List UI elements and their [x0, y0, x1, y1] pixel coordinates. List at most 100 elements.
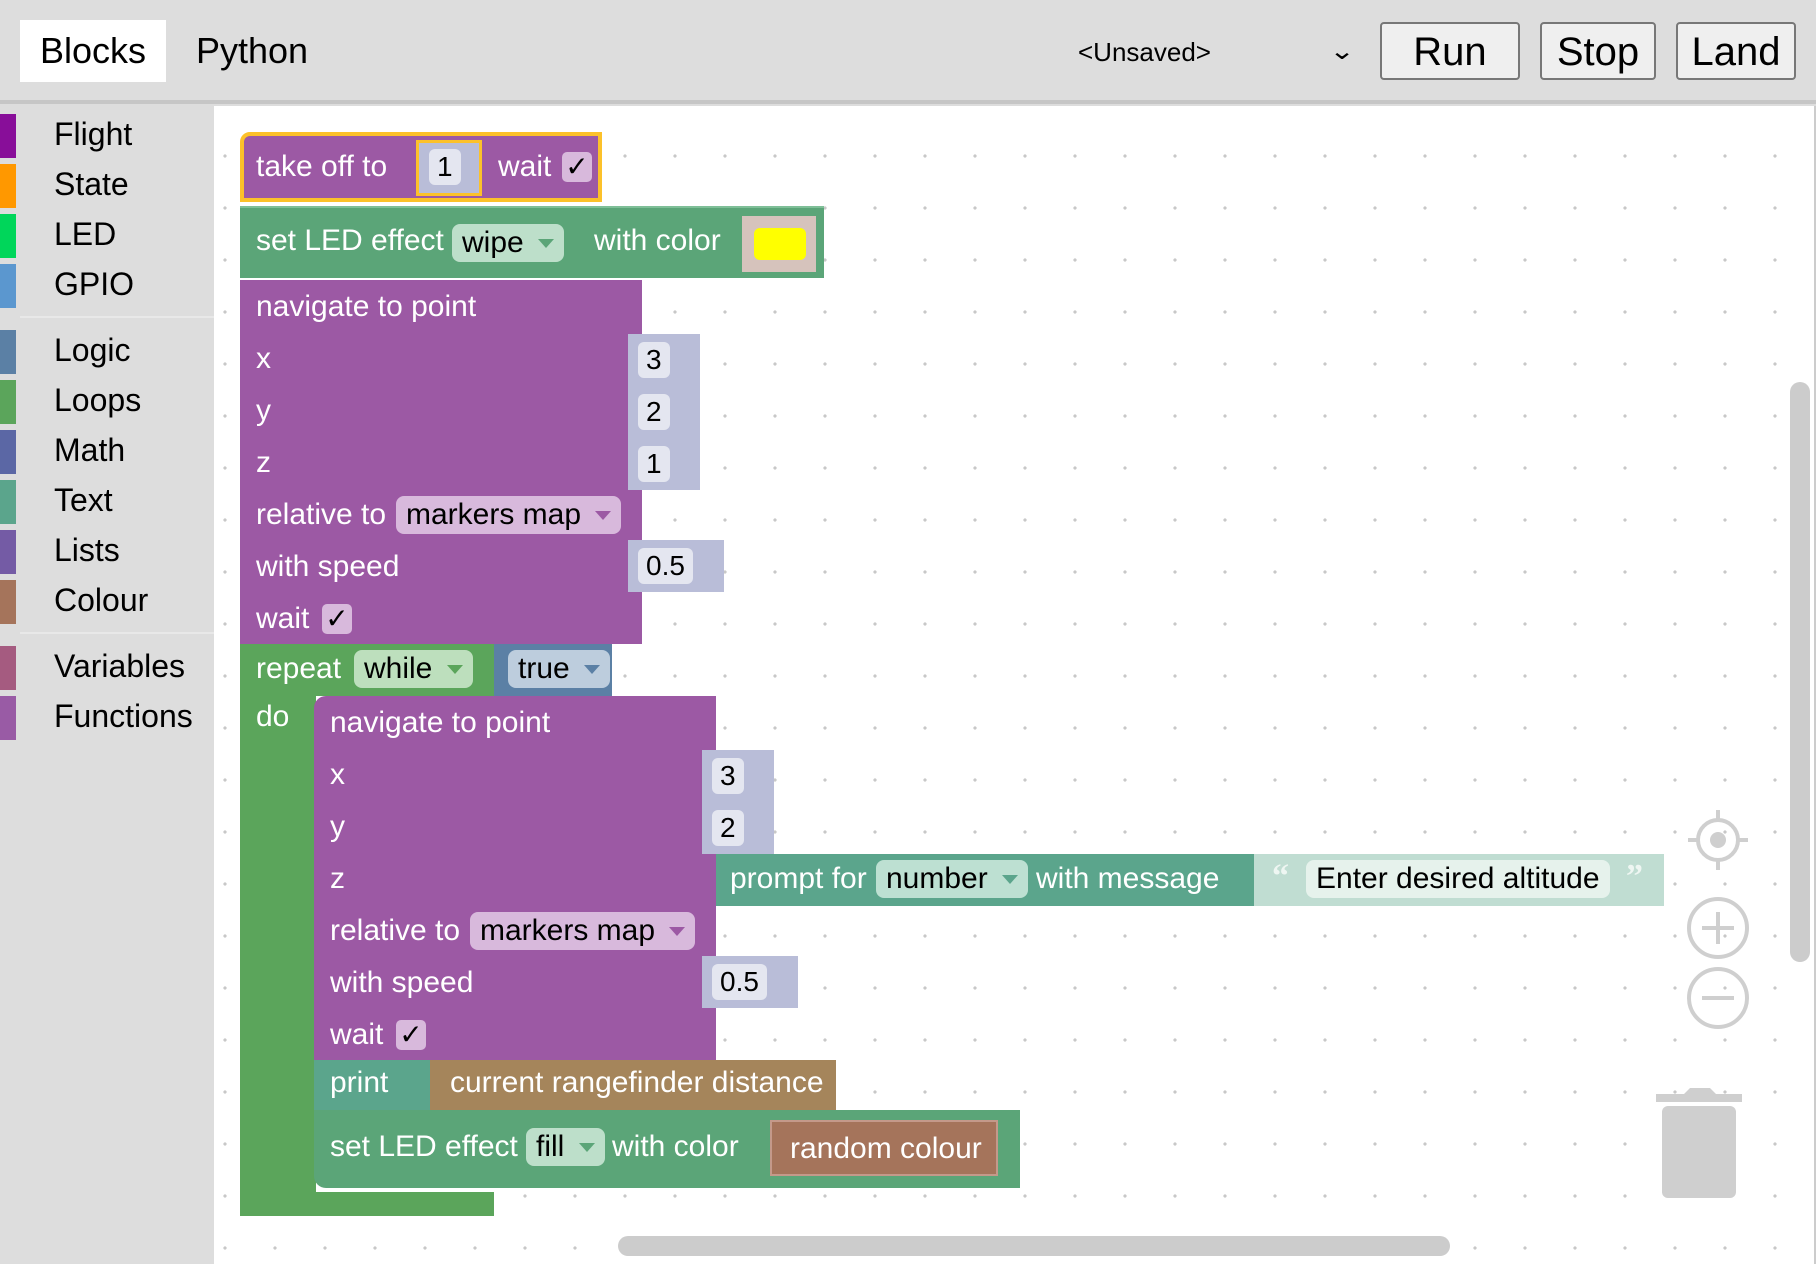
z-value-block[interactable]: 1 [628, 438, 700, 490]
category-swatch [0, 480, 16, 524]
relative-to-dropdown[interactable]: markers map [470, 912, 696, 950]
led-effect-dropdown[interactable]: wipe [452, 224, 565, 262]
category-label: Lists [54, 532, 120, 568]
category-swatch [0, 380, 16, 424]
program-select-value: <Unsaved> [1078, 37, 1211, 67]
navigate-to-point-block[interactable]: navigate to point x y z relative to mark… [240, 280, 642, 644]
top-bar: Blocks Python <Unsaved> ⌄ Run Stop Land [0, 0, 1816, 104]
toolbox-category-lists[interactable]: Lists [0, 528, 214, 576]
dropdown-arrow-icon [1002, 875, 1019, 884]
x-value-block-2[interactable]: 3 [702, 750, 774, 802]
y-value-block[interactable]: 2 [628, 386, 700, 438]
led-effect-dropdown[interactable]: fill [526, 1128, 605, 1166]
category-swatch [0, 330, 16, 374]
toolbox-category-text[interactable]: Text [0, 478, 214, 526]
y-label: y [256, 394, 271, 427]
prompt-block[interactable]: prompt for number with message [716, 854, 1254, 906]
category-swatch [0, 696, 16, 740]
text-literal-block[interactable]: “ Enter desired altitude ” [1254, 854, 1664, 906]
logic-boolean-block[interactable]: true [494, 644, 612, 696]
x-label: x [330, 758, 345, 791]
dropdown-arrow-icon [538, 239, 555, 248]
toolbox-category-logic[interactable]: Logic [0, 328, 214, 376]
y-value[interactable]: 2 [712, 810, 744, 846]
zoom-in-icon[interactable] [1686, 896, 1750, 960]
with-color-label: with color [612, 1130, 739, 1163]
z-value[interactable]: 1 [638, 446, 670, 482]
speed-value[interactable]: 0.5 [712, 964, 767, 1000]
set-led-effect-block-2[interactable]: set LED effect fill with color random co… [314, 1110, 1020, 1188]
repeat-mode-dropdown[interactable]: while [354, 650, 473, 688]
zoom-out-icon[interactable] [1686, 966, 1750, 1030]
land-button[interactable]: Land [1676, 22, 1796, 80]
speed-value-block-2[interactable]: 0.5 [702, 956, 798, 1008]
y-value[interactable]: 2 [638, 394, 670, 430]
navigate-title: navigate to point [256, 290, 477, 323]
toolbox-category-gpio[interactable]: GPIO [0, 262, 214, 310]
speed-value[interactable]: 0.5 [638, 548, 693, 584]
relative-to-dropdown[interactable]: markers map [396, 496, 622, 534]
program-select[interactable]: <Unsaved> ⌄ [1070, 22, 1360, 82]
wait-checkbox[interactable]: ✓ [322, 604, 352, 634]
with-message-label: with message [1036, 862, 1220, 895]
random-colour-block[interactable]: random colour [770, 1120, 998, 1176]
led-effect-value: fill [536, 1130, 565, 1163]
toolbox-separator [20, 632, 214, 634]
toolbox-category-led[interactable]: LED [0, 212, 214, 260]
random-colour-label: random colour [790, 1132, 982, 1165]
boolean-dropdown[interactable]: true [508, 650, 611, 688]
category-swatch [0, 114, 16, 158]
takeoff-wait-label: wait [498, 150, 552, 183]
message-text-field[interactable]: Enter desired altitude [1306, 860, 1610, 898]
x-value-block[interactable]: 3 [628, 334, 700, 386]
toolbox-category-math[interactable]: Math [0, 428, 214, 476]
dropdown-arrow-icon [446, 665, 463, 674]
x-value[interactable]: 3 [638, 342, 670, 378]
prompt-type-dropdown[interactable]: number [876, 860, 1029, 898]
chevron-down-icon: ⌄ [1328, 38, 1356, 65]
set-led-effect-block[interactable]: set LED effect wipe with color [240, 206, 824, 278]
print-block[interactable]: print [314, 1060, 432, 1110]
navigate-to-point-block-2[interactable]: navigate to point x y z relative to mark… [314, 696, 716, 1060]
category-label: Loops [54, 382, 142, 418]
repeat-while-block[interactable]: repeat while [240, 644, 496, 696]
takeoff-wait-checkbox[interactable]: ✓ [562, 152, 592, 182]
trash-icon[interactable] [1654, 1084, 1744, 1200]
stop-button[interactable]: Stop [1540, 22, 1656, 80]
tab-blocks[interactable]: Blocks [20, 20, 166, 82]
with-speed-label: with speed [330, 966, 474, 999]
blocks-workspace[interactable]: take off to 1 wait ✓ set LED effect wipe… [214, 106, 1816, 1264]
takeoff-altitude-value[interactable]: 1 [429, 149, 461, 185]
with-speed-label: with speed [256, 550, 400, 583]
toolbox-category-colour[interactable]: Colour [0, 578, 214, 626]
takeoff-block[interactable]: take off to 1 wait ✓ [240, 132, 602, 202]
speed-value-block[interactable]: 0.5 [628, 540, 724, 592]
color-swatch-yellow[interactable] [754, 228, 806, 260]
category-swatch [0, 430, 16, 474]
wait-checkbox[interactable]: ✓ [396, 1020, 426, 1050]
toolbox-category-variables[interactable]: Variables [0, 644, 214, 692]
recenter-icon[interactable] [1686, 808, 1750, 872]
run-button[interactable]: Run [1380, 22, 1520, 80]
toolbox-category-functions[interactable]: Functions [0, 694, 214, 742]
y-value-block-2[interactable]: 2 [702, 802, 774, 854]
toolbox: Flight State LED GPIO Logic Loops Math T… [0, 104, 214, 1264]
toolbox-category-state[interactable]: State [0, 162, 214, 210]
takeoff-altitude-block[interactable]: 1 [416, 140, 482, 196]
category-swatch [0, 164, 16, 208]
vertical-scrollbar[interactable] [1790, 382, 1810, 962]
wait-label: wait [330, 1018, 384, 1051]
rangefinder-distance-block[interactable]: current rangefinder distance [430, 1060, 836, 1110]
horizontal-scrollbar[interactable] [618, 1236, 1450, 1256]
toolbox-category-flight[interactable]: Flight [0, 112, 214, 160]
relative-to-value: markers map [480, 914, 656, 947]
tab-python[interactable]: Python [176, 20, 328, 82]
category-swatch [0, 646, 16, 690]
toolbox-category-loops[interactable]: Loops [0, 378, 214, 426]
color-value-block[interactable] [742, 216, 816, 272]
prompt-type-value: number [886, 862, 988, 895]
repeat-bottom-bar [240, 1192, 494, 1216]
x-value[interactable]: 3 [712, 758, 744, 794]
open-quote-icon: “ [1272, 858, 1289, 895]
category-label: GPIO [54, 266, 135, 302]
